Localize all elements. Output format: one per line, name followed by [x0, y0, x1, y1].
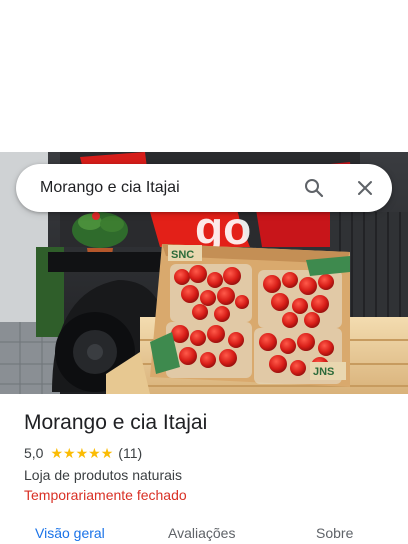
- tab-reviews[interactable]: Avaliações: [168, 524, 235, 542]
- search-bar[interactable]: Morango e cia Itajai: [16, 164, 392, 212]
- status-badge: Temporariamente fechado: [24, 487, 187, 503]
- place-category: Loja de produtos naturais: [24, 467, 182, 483]
- tab-overview[interactable]: Visão geral: [35, 524, 105, 542]
- box-brand-right: JNS: [313, 366, 334, 378]
- star-icon: ★: [50, 445, 64, 461]
- search-icon[interactable]: [302, 176, 326, 200]
- tab-bar: Visão geral Avaliações Sobre: [0, 520, 408, 544]
- box-brand-left: SNC: [171, 249, 194, 261]
- search-input[interactable]: Morango e cia Itajai: [40, 164, 180, 212]
- blank-area: [0, 0, 408, 152]
- rating-row[interactable]: 5,0 ★ ★ ★ ★ ★ (11): [24, 444, 394, 462]
- rating-value: 5,0: [24, 445, 44, 461]
- place-info: Morango e cia Itajai 5,0 ★ ★ ★ ★ ★ (11) …: [24, 410, 394, 505]
- review-count[interactable]: (11): [118, 445, 142, 461]
- tab-about[interactable]: Sobre: [316, 524, 353, 542]
- star-icon: ★: [75, 445, 89, 461]
- place-title: Morango e cia Itajai: [24, 411, 208, 434]
- close-icon[interactable]: [353, 176, 377, 200]
- rating-stars: ★ ★ ★ ★ ★: [50, 446, 113, 460]
- star-icon: ★: [88, 445, 101, 461]
- star-icon: ★: [63, 445, 76, 461]
- star-icon: ★: [100, 445, 114, 461]
